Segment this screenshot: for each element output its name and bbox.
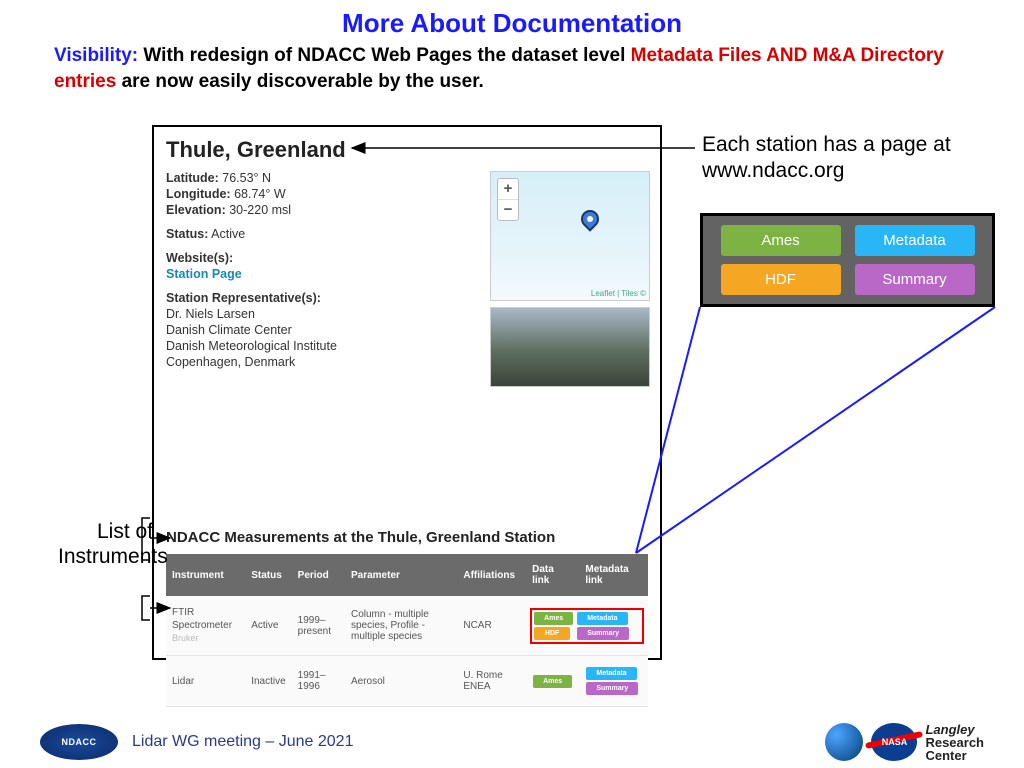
hdf-link[interactable]: HDF [534,627,570,640]
annotation-station: Each station has a page at www.ndacc.org [702,132,992,185]
zoom-summary: Summary [855,264,975,295]
map-credit: Leaflet | Tiles © [591,289,646,298]
station-page-screenshot: Thule, Greenland Latitude: 76.53° N Long… [152,125,662,660]
station-map[interactable]: + − Leaflet | Tiles © [490,171,650,301]
link-highlight-box: Ames HDF Metadata Summary [530,608,644,644]
subtitle-label: Visibility: [54,45,138,66]
table-row: FTIR SpectrometerBruker Active 1999–pres… [166,596,648,656]
ames-link[interactable]: Ames [533,675,572,688]
station-page-link[interactable]: Station Page [166,267,242,281]
page-title: More About Documentation [0,0,1024,39]
noaa-logo [825,723,863,761]
metadata-link[interactable]: Metadata [586,667,636,680]
summary-link[interactable]: Summary [577,627,629,640]
map-zoom-controls[interactable]: + − [497,178,519,221]
table-row: Lidar Inactive 1991–1996 Aerosol U. Rome… [166,656,648,707]
station-name: Thule, Greenland [166,137,648,163]
subtitle: Visibility: With redesign of NDACC Web P… [0,39,1024,94]
footer-text: Lidar WG meeting – June 2021 [132,733,353,751]
ames-link[interactable]: Ames [534,612,573,625]
zoom-out-button[interactable]: − [498,200,518,220]
nasa-logo: NASA [871,723,917,761]
map-pin-icon [577,206,602,231]
summary-link[interactable]: Summary [586,682,638,695]
zoom-callout: Ames Metadata HDF Summary [700,213,995,307]
langley-logo: Langley Research Center [925,723,984,762]
metadata-link[interactable]: Metadata [577,612,627,625]
measurements-table: Instrument Status Period Parameter Affil… [166,554,648,707]
zoom-hdf: HDF [721,264,841,295]
zoom-ames: Ames [721,225,841,256]
station-photo [490,307,650,387]
annotation-instruments: List of Instruments [58,519,153,569]
zoom-in-button[interactable]: + [498,179,518,200]
ndacc-logo: NDACC [40,724,118,760]
zoom-metadata: Metadata [855,225,975,256]
measurements-header: NDACC Measurements at the Thule, Greenla… [166,529,648,546]
footer: NDACC Lidar WG meeting – June 2021 NASA … [0,716,1024,768]
